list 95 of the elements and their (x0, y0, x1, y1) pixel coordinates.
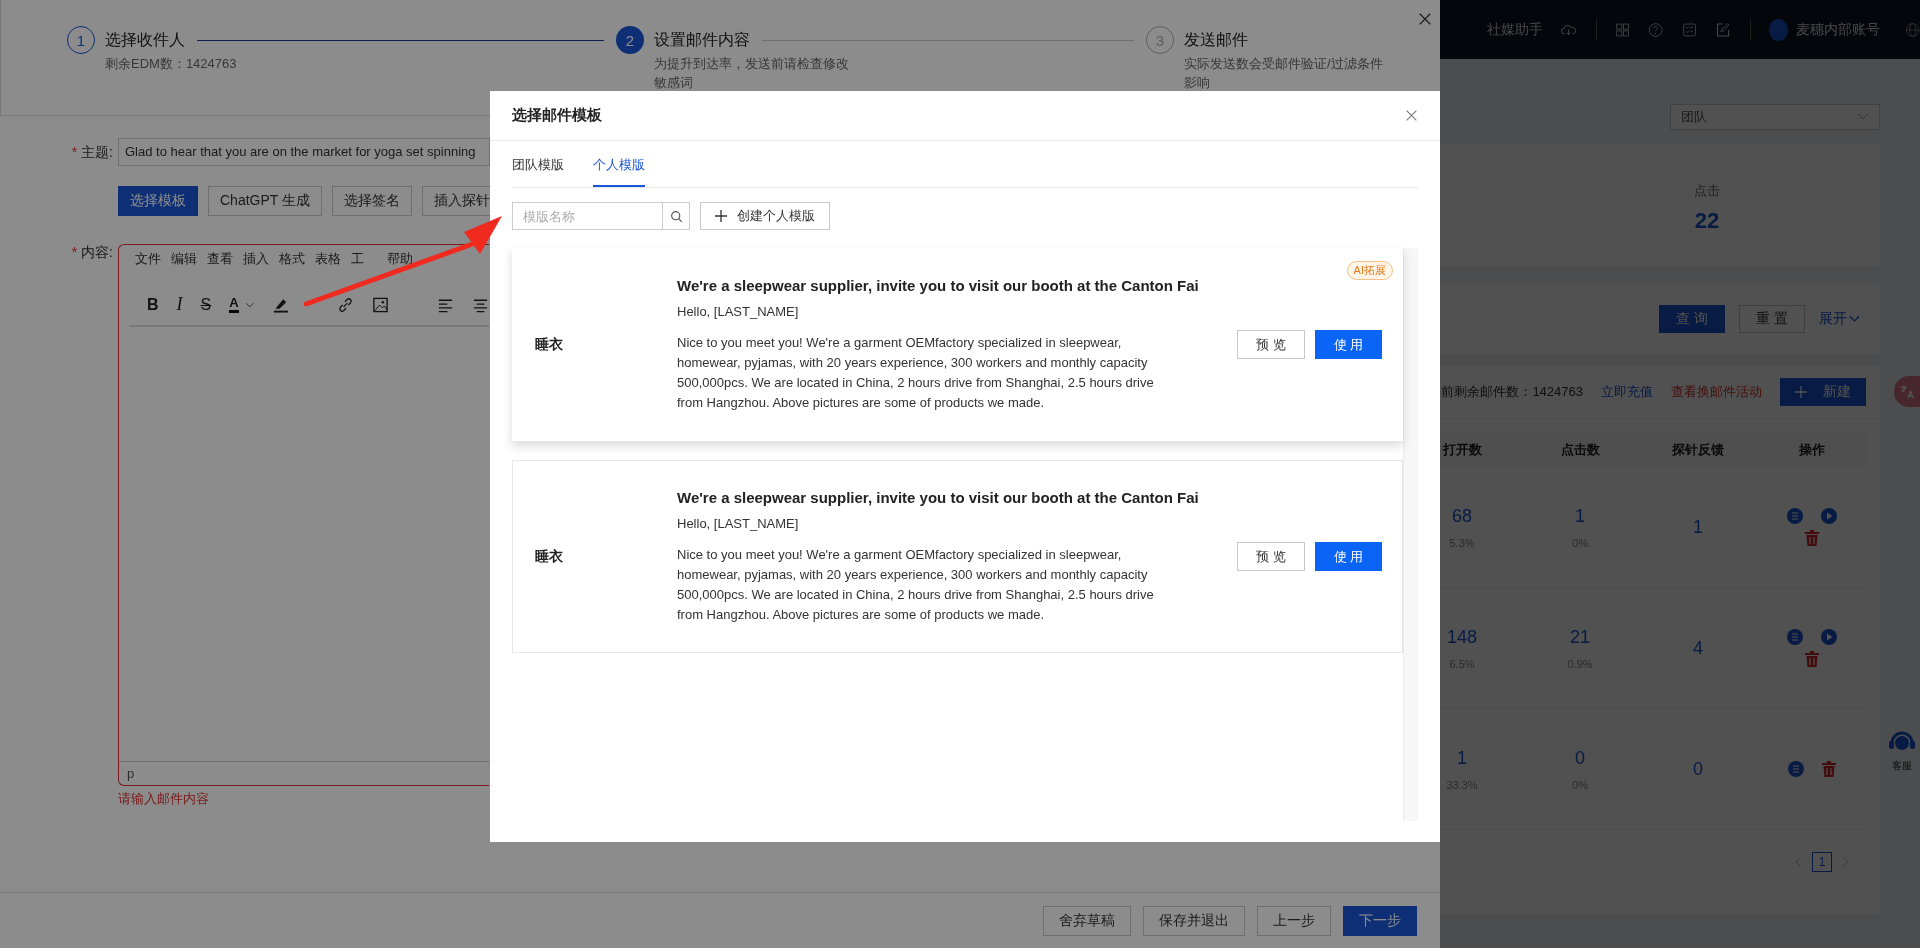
plus-icon (1795, 386, 1807, 398)
delete-icon[interactable] (1804, 530, 1819, 546)
search-field[interactable]: 模版名称 (512, 202, 663, 230)
list-icon[interactable] (1787, 761, 1804, 777)
strikethrough-button[interactable]: S (200, 295, 212, 314)
text-color-button[interactable]: A (229, 296, 239, 313)
step-title: 选择收件人 (105, 29, 185, 50)
subject-field[interactable]: Glad to hear that you are on the market for yoga set spinning (118, 138, 490, 166)
play-icon[interactable] (1820, 629, 1837, 645)
quota-text: 前剩余邮件数：1424763 (1441, 383, 1583, 401)
create-template-button[interactable]: 创建个人模版 (700, 202, 830, 230)
play-icon[interactable] (1820, 508, 1837, 524)
table-cell: 148 (1446, 626, 1477, 648)
step-description: 剩余EDM数：1424763 (105, 55, 238, 73)
avatar[interactable] (1769, 18, 1788, 41)
template-card[interactable] (512, 460, 1403, 653)
error-message: 请输入邮件内容 (118, 790, 210, 808)
delete-icon[interactable] (1804, 651, 1819, 667)
step-number: 2 (616, 26, 644, 54)
required-mark: * (71, 144, 78, 160)
field-label: 主题: (81, 144, 113, 160)
step-description: 为提升到达率，发送前请检查修改敏感词 (654, 55, 850, 92)
step-description: 实际发送数会受邮件验证/过滤条件影响 (1184, 55, 1384, 92)
close-icon[interactable] (1405, 109, 1418, 122)
footer-button[interactable]: 上一步 (1257, 905, 1331, 936)
link-icon[interactable] (337, 295, 355, 314)
menu-item[interactable]: 格式 (279, 250, 305, 268)
close-icon[interactable] (1418, 12, 1432, 26)
plus-icon (715, 210, 727, 222)
menu-item[interactable]: 工 (351, 250, 377, 268)
help-icon[interactable] (1648, 20, 1664, 39)
footer-button[interactable]: 舍弃草稿 (1043, 905, 1131, 936)
stat-value: 22 (1694, 208, 1720, 234)
step-title: 发送邮件 (1184, 29, 1248, 50)
table-cell: 1 (1457, 747, 1467, 769)
scrollbar[interactable] (1403, 248, 1418, 821)
menu-item[interactable]: 插入 (243, 250, 269, 268)
template-category: 睡衣 (535, 547, 564, 566)
column-header: 操作 (1797, 441, 1826, 459)
translate-button[interactable] (1894, 376, 1920, 407)
footer-button[interactable]: 下一步 (1343, 905, 1417, 936)
translate-icon (1899, 383, 1915, 400)
column-header: 打开数 (1441, 441, 1483, 459)
required-mark: * (71, 244, 78, 260)
table-cell: 0 (1693, 758, 1703, 780)
menu-item[interactable]: 编辑 (171, 250, 197, 268)
table-cell: 68 (1452, 505, 1472, 527)
menu-item[interactable]: 查看 (207, 250, 233, 268)
edit-icon[interactable] (1714, 20, 1731, 39)
delete-icon[interactable] (1821, 761, 1836, 777)
caret-icon[interactable] (1849, 315, 1860, 323)
search-button[interactable] (663, 202, 690, 230)
template-category: 睡衣 (535, 335, 564, 354)
template-body: Nice to you meet you! We're a garment OEMfactory specialized in sleepwear, homewear, pyjamas, with 20 years experience, 300 workers and monthly capacity 500,000pcs. We are located in China, 2 hours drive from Shanghai, 2.5 hours drive from Hangzhou. Above pictures are some of products we made. (677, 333, 1155, 412)
list-icon[interactable] (1786, 629, 1803, 645)
template-title: We're a sleepwear supplier, invite you to visit our booth at the Canton Fai (677, 488, 1200, 506)
toolbar-button[interactable]: 选择模板 (118, 186, 198, 216)
table-cell: 1 (1693, 516, 1703, 538)
caret-icon[interactable] (244, 301, 255, 308)
italic-button[interactable]: I (176, 294, 183, 315)
use-button[interactable]: 使 用 (1314, 542, 1383, 571)
template-body: Nice to you meet you! We're a garment OEMfactory specialized in sleepwear, homewear, pyjamas, with 20 years experience, 300 workers and monthly capacity 500,000pcs. We are located in China, 2 hours drive from Shanghai, 2.5 hours drive from Hangzhou. Above pictures are some of products we made. (677, 545, 1155, 624)
tab[interactable]: 个人模版 (593, 141, 645, 187)
menu-item[interactable]: 文件 (135, 250, 161, 268)
tab[interactable]: 团队模版 (512, 141, 564, 187)
column-header: 探针反馈 (1671, 441, 1725, 459)
toolbar-button[interactable]: 选择签名 (332, 186, 412, 216)
column-header: 点击数 (1559, 441, 1601, 459)
step-title: 设置邮件内容 (654, 29, 750, 50)
image-icon[interactable] (372, 295, 389, 314)
grid-icon[interactable] (1615, 20, 1631, 39)
template-greeting: Hello, [LAST_NAME] (677, 515, 800, 531)
bold-button[interactable]: B (147, 295, 159, 314)
preview-button[interactable]: 预 览 (1237, 330, 1305, 359)
ai-tag: AI拓展 (1346, 261, 1393, 280)
table-cell: 4 (1693, 637, 1703, 659)
table-cell: 0 (1575, 747, 1585, 769)
template-greeting: Hello, [LAST_NAME] (677, 303, 800, 319)
field-label: 内容: (81, 244, 113, 260)
caret-icon[interactable] (1857, 113, 1869, 121)
toolbar-button[interactable]: ChatGPT 生成 (208, 186, 322, 216)
menu-item[interactable]: 表格 (315, 250, 341, 268)
template-title: We're a sleepwear supplier, invite you to visit our booth at the Canton Fai (677, 276, 1200, 294)
checklist-icon[interactable] (1681, 20, 1697, 39)
menu-item[interactable]: 帮助 (387, 250, 413, 268)
footer-button[interactable]: 保存并退出 (1143, 905, 1245, 936)
dialog-title: 选择邮件模板 (512, 106, 602, 125)
table-cell: 1 (1575, 505, 1585, 527)
preview-button[interactable]: 预 览 (1237, 542, 1305, 571)
search-icon (669, 209, 683, 223)
table-cell: 21 (1570, 626, 1590, 648)
globe-icon[interactable] (1904, 20, 1920, 39)
element-path: p (127, 766, 135, 781)
list-icon[interactable] (1786, 508, 1803, 524)
use-button[interactable]: 使 用 (1314, 330, 1383, 359)
